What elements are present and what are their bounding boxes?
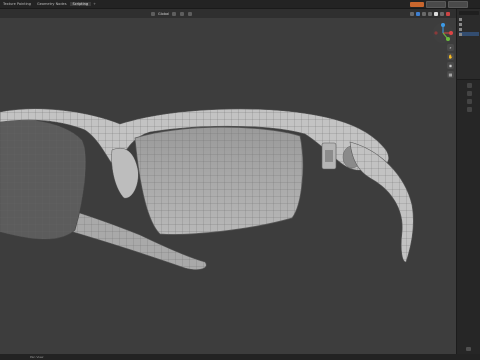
render-properties-icon[interactable] bbox=[466, 91, 472, 96]
navigation-tools: ⌕ ✋ ◉ ▦ bbox=[447, 44, 455, 80]
panel-resize-handle[interactable] bbox=[466, 347, 471, 351]
axis-gizmo-icon[interactable] bbox=[432, 22, 454, 44]
viewport-shading-controls bbox=[410, 11, 450, 16]
sunglasses-mesh[interactable] bbox=[0, 108, 414, 270]
mesh-icon bbox=[459, 32, 462, 36]
outliner-row-selected[interactable] bbox=[459, 32, 479, 36]
3d-viewport[interactable] bbox=[0, 18, 456, 354]
outliner-search-input[interactable] bbox=[459, 11, 479, 15]
tab-geometry-nodes[interactable]: Geometry Nodes bbox=[34, 2, 70, 6]
outliner-row[interactable] bbox=[459, 22, 479, 26]
scene-icon bbox=[410, 1, 424, 7]
pivot-icon[interactable] bbox=[172, 11, 177, 16]
orientation-icon bbox=[151, 11, 155, 16]
transform-orientation[interactable]: Global bbox=[150, 11, 193, 16]
right-lens-wireframe bbox=[135, 127, 303, 235]
hinge-slot bbox=[325, 150, 333, 162]
rendered-shading-icon[interactable] bbox=[446, 11, 450, 16]
status-text: Pan View bbox=[30, 355, 44, 359]
visibility-icon[interactable] bbox=[410, 11, 414, 16]
near-temple-wireframe bbox=[350, 142, 414, 262]
collection-icon bbox=[459, 17, 462, 21]
proportional-edit-icon[interactable] bbox=[188, 11, 193, 16]
status-bar: Pan View bbox=[0, 354, 480, 360]
solid-shading-icon[interactable] bbox=[434, 11, 438, 16]
object-icon bbox=[459, 27, 462, 31]
tool-properties-icon[interactable] bbox=[466, 83, 472, 88]
outliner-panel bbox=[456, 9, 480, 355]
gizmo-toggle-icon[interactable] bbox=[416, 11, 420, 16]
zoom-icon[interactable]: ⌕ bbox=[447, 44, 454, 51]
view-layer-field[interactable] bbox=[448, 0, 468, 8]
outliner-row[interactable] bbox=[459, 27, 479, 31]
object-icon bbox=[459, 22, 462, 26]
camera-icon[interactable]: ◉ bbox=[447, 62, 454, 69]
left-lens-wireframe bbox=[0, 118, 86, 240]
scene-properties-icon[interactable] bbox=[466, 107, 472, 112]
nose-pad bbox=[111, 147, 139, 199]
add-workspace-button[interactable]: + bbox=[91, 2, 98, 6]
output-properties-icon[interactable] bbox=[466, 99, 472, 104]
viewport-header: Global bbox=[0, 9, 456, 18]
scene-field[interactable] bbox=[426, 0, 446, 8]
xray-icon[interactable] bbox=[428, 11, 432, 16]
overlay-icon[interactable] bbox=[422, 11, 426, 16]
scene-selector[interactable] bbox=[410, 0, 468, 8]
properties-panel bbox=[457, 79, 480, 355]
material-shading-icon[interactable] bbox=[440, 11, 444, 16]
tab-scripting[interactable]: Scripting bbox=[69, 2, 92, 6]
hand-icon[interactable]: ✋ bbox=[447, 53, 454, 60]
outliner-row[interactable] bbox=[459, 17, 479, 21]
snap-icon[interactable] bbox=[180, 11, 185, 16]
tab-texture-painting[interactable]: Texture Painting bbox=[0, 2, 34, 6]
transform-orientation-label: Global bbox=[158, 11, 170, 16]
workspace-tabs-bar: Texture Painting Geometry Nodes Scriptin… bbox=[0, 0, 480, 9]
grid-icon[interactable]: ▦ bbox=[447, 71, 454, 78]
